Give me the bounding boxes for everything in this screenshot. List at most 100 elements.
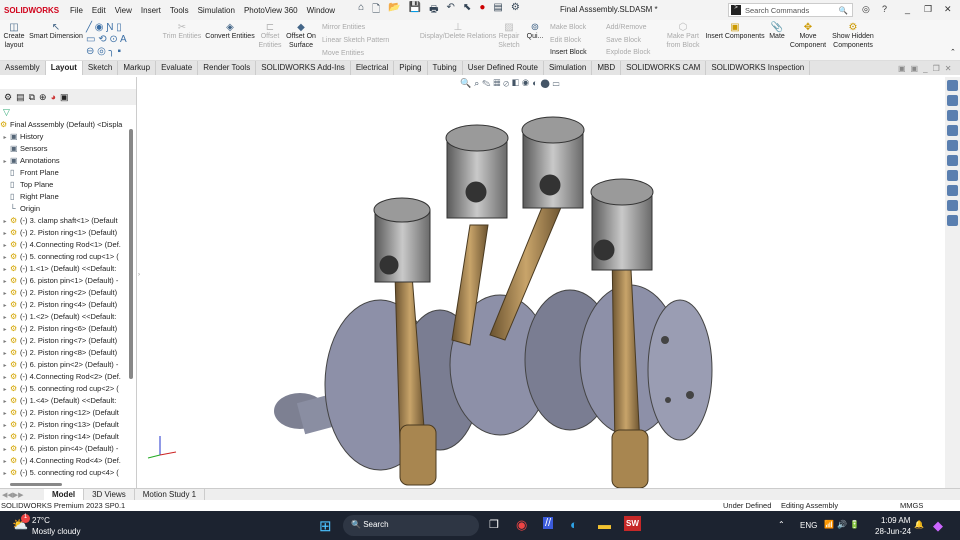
collapse-ribbon-icon[interactable]: ⌃ [950,48,956,56]
tab-tubing[interactable]: Tubing [428,61,463,75]
appearances-icon[interactable] [947,155,958,166]
menu-edit[interactable]: Edit [92,6,106,15]
tab-simulation[interactable]: Simulation [544,61,593,75]
tree-item[interactable]: ▸ ⚙ (-) 2. Piston ring<4> (Default) [0,299,128,311]
tab-motion-study[interactable]: Motion Study 1 [135,489,206,500]
expand-arrow-icon[interactable]: ▸ [0,456,10,467]
tab-render-tools[interactable]: Render Tools [198,61,257,75]
account-icon[interactable]: ◎ [862,4,870,15]
open-icon[interactable]: 📂 [388,2,400,19]
convert-entities-button[interactable]: ◈ Convert Entities [204,23,256,41]
edge-icon[interactable]: ◐ [570,517,578,532]
tree-item[interactable]: ▸ ⚙ (-) 1.<4> (Default) <<Default: [0,395,128,407]
filter-icon[interactable]: ▽ [3,107,10,118]
tree-item[interactable]: ▸ ▣ History [0,131,128,143]
menu-view[interactable]: View [115,6,132,15]
restore-button[interactable]: ❐ [924,4,932,15]
clock-date[interactable]: 28-Jun-24 [875,527,911,536]
tree-item[interactable]: ▯ Top Plane [0,179,128,191]
expand-arrow-icon[interactable]: ▸ [0,420,10,431]
property-manager-tab[interactable]: ▤ [16,92,25,102]
start-icon[interactable]: ⊞ [319,517,332,535]
expand-arrow-icon[interactable]: ▸ [0,216,10,227]
save-icon[interactable]: 💾 [409,2,421,19]
expand-arrow-icon[interactable]: ▸ [0,288,10,299]
tree-item[interactable]: ▸ ⚙ (-) 2. Piston ring<1> (Default) [0,227,128,239]
trim-entities-button[interactable]: ✂ Trim Entities [162,23,202,41]
copilot-icon[interactable]: ◆ [933,518,943,534]
expand-arrow-icon[interactable]: ▸ [0,360,10,371]
tree-item[interactable]: ▸ ⚙ (-) 4.Connecting Rod<1> (Def. [0,239,128,251]
menu-window[interactable]: Window [307,6,335,15]
print-icon[interactable]: 🖶 [429,2,438,19]
create-layout-button[interactable]: ◫ Create layout [2,23,26,50]
tab-markup[interactable]: Markup [118,61,157,75]
expand-arrow-icon[interactable]: ▸ [0,300,10,311]
menu-simulation[interactable]: Simulation [198,6,235,15]
smart-dimension-button[interactable]: ↖ Smart Dimension [28,23,84,41]
task-view-icon[interactable]: ❐ [489,518,499,531]
expand-arrow-icon[interactable]: ▸ [0,384,10,395]
dimxpert-tab[interactable]: ⊕ [39,92,47,102]
tree-item[interactable]: ▸ ⚙ (-) 4.Connecting Rod<2> (Def. [0,371,128,383]
display-delete-relations-button[interactable]: ⊥ Display/Delete Relations [418,23,498,41]
tree-item[interactable]: ▸ ⚙ (-) 2. Piston ring<13> (Default [0,419,128,431]
tree-horizontal-scrollbar[interactable] [10,483,62,486]
tree-item[interactable]: ▸ ▣ Annotations [0,155,128,167]
help-icon[interactable]: ? [882,4,887,14]
expand-arrow-icon[interactable]: ▸ [0,312,10,323]
panel-collapse-handle[interactable]: › [138,272,140,278]
configuration-manager-tab[interactable]: ⧉ [29,92,35,102]
tab-mbd[interactable]: MBD [592,61,622,75]
tab-evaluate[interactable]: Evaluate [156,61,199,75]
tree-item[interactable]: ▸ ⚙ (-) 3. clamp shaft<1> (Default [0,215,128,227]
explode-block-button[interactable]: Explode Block [606,49,650,56]
tab-user-defined-route[interactable]: User Defined Route [463,61,544,75]
new-icon[interactable]: 🗋 [372,2,380,19]
expand-arrow-icon[interactable]: ▸ [0,336,10,347]
community-icon[interactable] [947,215,958,226]
close-button[interactable]: ✕ [944,4,952,15]
undo-icon[interactable]: ↶ [447,2,455,19]
expand-arrow-icon[interactable]: ▸ [0,444,10,455]
tree-item[interactable]: ▸ ⚙ (-) 1.<2> (Default) <<Default: [0,311,128,323]
expand-arrow-icon[interactable]: ▸ [0,228,10,239]
offset-entities-button[interactable]: ⊏ Offset Entities [258,23,282,50]
tree-item[interactable]: ▸ ⚙ (-) 4.Connecting Rod<4> (Def. [0,455,128,467]
tab-model[interactable]: Model [44,489,85,500]
tab-assembly[interactable]: Assembly [0,61,46,75]
tree-item[interactable]: ▸ ⚙ (-) 6. piston pin<2> (Default) - [0,359,128,371]
tab-solidworks-cam[interactable]: SOLIDWORKS CAM [621,61,707,75]
tree-item[interactable]: ▣ Sensors [0,143,128,155]
show-hidden-icons[interactable]: ⌃ [778,520,785,529]
home-icon[interactable]: ⌂ [358,2,364,19]
tree-item[interactable]: ▸ ⚙ (-) 6. piston pin<1> (Default) - [0,275,128,287]
menu-file[interactable]: File [70,6,83,15]
tree-item[interactable]: ▯ Right Plane [0,191,128,203]
offset-on-surface-button[interactable]: ◆ Offset On Surface [284,23,318,50]
tree-item[interactable]: ▸ ⚙ (-) 2. Piston ring<2> (Default) [0,287,128,299]
chrome-icon[interactable]: ◉ [516,517,527,533]
minimize-button[interactable]: _ [905,4,910,14]
expand-arrow-icon[interactable]: ▸ [0,348,10,359]
edit-block-button[interactable]: Edit Block [550,37,581,44]
expand-arrow-icon[interactable]: ▸ [0,396,10,407]
tab-3d-views[interactable]: 3D Views [84,489,135,500]
expand-arrow-icon[interactable]: ▸ [0,276,10,287]
tab-scroll-arrows[interactable]: ◀◀▶▶ [0,491,44,499]
app-icon[interactable]: // [543,517,554,529]
save-block-button[interactable]: Save Block [606,37,641,44]
solidworks-resources-icon[interactable] [947,80,958,91]
tree-item[interactable]: ▸ ⚙ (-) 2. Piston ring<7> (Default) [0,335,128,347]
expand-arrow-icon[interactable]: ▸ [0,156,10,167]
file-properties-icon[interactable]: ▤ [493,2,502,19]
expand-arrow-icon[interactable]: ▸ [0,372,10,383]
design-library-icon[interactable] [947,125,958,136]
taskbar-search[interactable]: 🔍 Search [343,515,479,536]
menu-tools[interactable]: Tools [170,6,189,15]
file-explorer-icon[interactable]: ▬ [598,517,611,532]
mirror-entities-button[interactable]: Mirror Entities [322,24,365,31]
expand-arrow-icon[interactable]: ▸ [0,324,10,335]
expand-arrow-icon[interactable]: ▸ [0,132,10,143]
make-block-button[interactable]: Make Block [550,24,586,31]
